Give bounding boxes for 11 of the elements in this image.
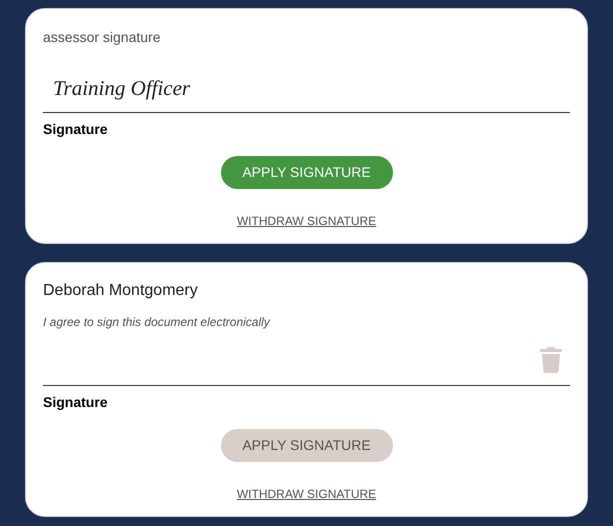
card-heading: assessor signature (43, 28, 162, 47)
signature-caption: Signature (43, 393, 109, 412)
withdraw-signature-link[interactable]: WITHDRAW SIGNATURE (236, 213, 376, 229)
consent-text: I agree to sign this document electronically (43, 314, 272, 330)
withdraw-signature-link[interactable]: WITHDRAW SIGNATURE (236, 486, 376, 502)
apply-signature-button[interactable]: APPLY SIGNATURE (220, 156, 392, 189)
trash-icon[interactable] (540, 347, 562, 373)
card-heading: Deborah Montgomery (43, 281, 199, 301)
signature-value: Training Officer (53, 74, 190, 102)
signature-caption: Signature (43, 120, 109, 139)
signature-field[interactable]: Training Officer (43, 47, 570, 113)
